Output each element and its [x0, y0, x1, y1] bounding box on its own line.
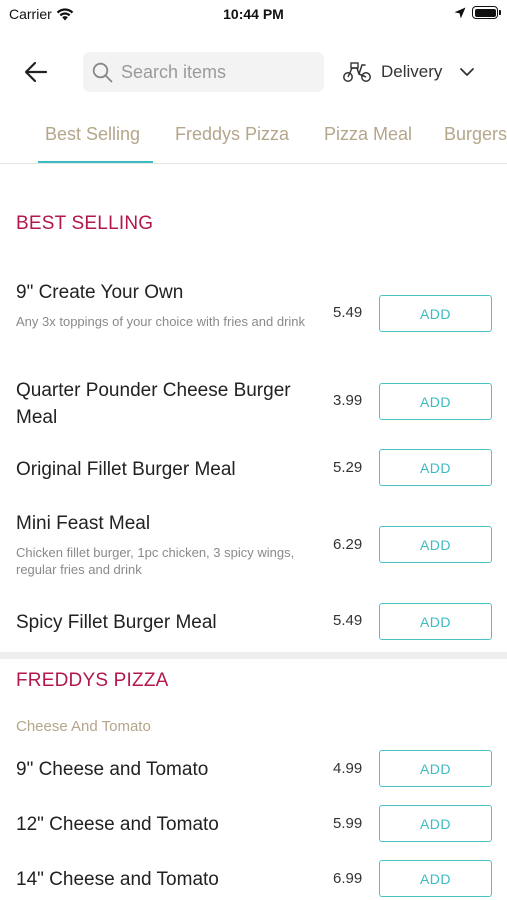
item-price: 6.29 — [333, 536, 363, 553]
item-price: 5.49 — [333, 304, 363, 321]
status-indicators — [454, 6, 501, 19]
search-icon — [92, 62, 113, 82]
item-price: 5.99 — [333, 815, 363, 832]
add-button[interactable]: ADD — [379, 449, 492, 486]
item-name: Mini Feast Meal — [16, 513, 151, 534]
item-price: 5.49 — [333, 612, 363, 629]
status-time: 10:44 PM — [223, 6, 284, 22]
item-description: Any 3x toppings of your choice with frie… — [16, 314, 306, 329]
item-name: 12" Cheese and Tomato — [16, 814, 219, 835]
add-button[interactable]: ADD — [379, 383, 492, 420]
tab-pizza-meal[interactable]: Pizza Meal — [324, 124, 412, 145]
section-divider — [0, 652, 507, 659]
add-button[interactable]: ADD — [379, 750, 492, 787]
search-bar[interactable] — [83, 52, 324, 92]
item-name: 14" Cheese and Tomato — [16, 869, 219, 890]
item-price: 3.99 — [333, 392, 363, 409]
status-bar: Carrier 10:44 PM — [0, 0, 507, 30]
back-button[interactable] — [20, 57, 52, 87]
add-button[interactable]: ADD — [379, 805, 492, 842]
tab-burgers[interactable]: Burgers — [444, 124, 507, 145]
battery-icon — [472, 6, 501, 19]
tab-freddys-pizza[interactable]: Freddys Pizza — [175, 124, 289, 145]
add-button[interactable]: ADD — [379, 603, 492, 640]
item-name: Original Fillet Burger Meal — [16, 459, 236, 480]
add-button[interactable]: ADD — [379, 295, 492, 332]
chevron-down-icon — [460, 68, 475, 76]
add-button[interactable]: ADD — [379, 526, 492, 563]
category-tabs: Best Selling Freddys Pizza Pizza Meal Bu… — [0, 110, 507, 164]
item-name: Quarter Pounder Cheese Burger Meal — [16, 380, 291, 428]
item-name: Spicy Fillet Burger Meal — [16, 612, 217, 633]
section-title-freddys-pizza: FREDDYS PIZZA — [16, 670, 169, 691]
header: Delivery — [0, 50, 507, 94]
scooter-icon — [343, 62, 371, 82]
section-title-best-selling: BEST SELLING — [16, 213, 154, 234]
subsection-title: Cheese And Tomato — [16, 718, 151, 735]
delivery-label: Delivery — [381, 62, 443, 81]
item-price: 5.29 — [333, 459, 363, 476]
back-arrow-icon — [24, 61, 48, 83]
item-name: 9" Create Your Own — [16, 282, 184, 303]
delivery-selector[interactable]: Delivery — [342, 52, 475, 92]
item-description: Chicken fillet burger, 1pc chicken, 3 sp… — [16, 545, 295, 577]
location-arrow-icon — [454, 7, 466, 18]
tab-best-selling[interactable]: Best Selling — [45, 124, 140, 145]
search-input[interactable] — [121, 61, 311, 83]
add-button[interactable]: ADD — [379, 860, 492, 897]
item-name: 9" Cheese and Tomato — [16, 759, 209, 780]
item-price: 4.99 — [333, 760, 363, 777]
item-price: 6.99 — [333, 870, 363, 887]
active-tab-indicator — [38, 161, 153, 163]
